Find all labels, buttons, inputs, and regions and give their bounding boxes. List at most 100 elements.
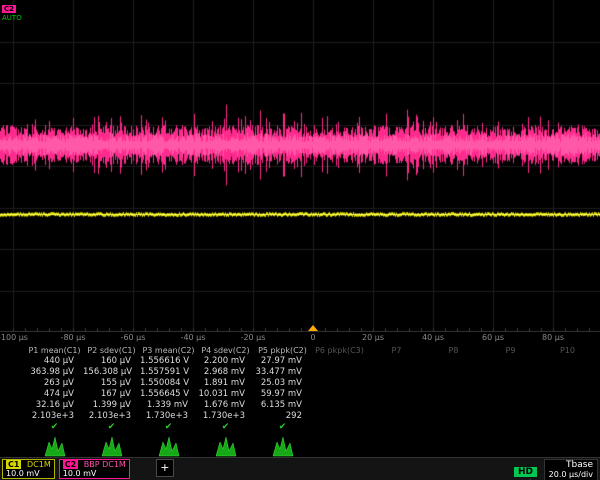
status-bar: C1 DC1M 10.0 mV C2 BBP DC1M 10.0 mV + HD…: [0, 457, 600, 480]
measure-value: 155 µV: [83, 378, 140, 389]
histicon-slot: [482, 433, 539, 457]
measure-value: 33.477 mV: [254, 367, 311, 378]
measure-value: 1.557591 V: [140, 367, 197, 378]
histicon-slot: [425, 433, 482, 457]
measure-column-header[interactable]: P7: [368, 345, 425, 356]
measure-status-check: ✔: [26, 422, 83, 433]
time-axis-label: -80 µs: [61, 333, 86, 342]
measure-column-header[interactable]: P5 pkpk(C2): [254, 345, 311, 356]
histicon-slot: [368, 433, 425, 457]
timebase-value: 20.0 µs/div: [549, 470, 593, 480]
measure-value: 32.16 µV: [26, 400, 83, 411]
measure-value: 1.676 mV: [197, 400, 254, 411]
measure-value: 1.556616 V: [140, 356, 197, 367]
histicon-slot: [539, 433, 596, 457]
channel-descriptor-c2[interactable]: C2 BBP DC1M 10.0 mV: [59, 459, 130, 479]
measure-value: 27.97 mV: [254, 356, 311, 367]
waveform-display[interactable]: C2 AUTO: [0, 0, 600, 332]
measure-status-check: [368, 422, 425, 433]
measure-value: 2.103e+3: [26, 411, 83, 422]
measure-value: 1.730e+3: [140, 411, 197, 422]
c2-scale: 10.0 mV: [63, 469, 126, 478]
measure-value: [425, 356, 482, 367]
measure-value: [482, 389, 539, 400]
measure-status-check: ✔: [83, 422, 140, 433]
measure-value: 1.556645 V: [140, 389, 197, 400]
measure-value: [368, 378, 425, 389]
measure-body: 440 µV160 µV1.556616 V2.200 mV27.97 mV 36…: [26, 356, 600, 433]
measure-value: [482, 411, 539, 422]
histicon-slot: [311, 433, 368, 457]
measure-value: 2.968 mV: [197, 367, 254, 378]
measure-value: 363.98 µV: [26, 367, 83, 378]
measure-value: 1.891 mV: [197, 378, 254, 389]
measure-column-header[interactable]: P4 sdev(C2): [197, 345, 254, 356]
time-axis-label: 0: [310, 333, 315, 342]
measure-value: [539, 378, 596, 389]
measure-status-check: ✔: [197, 422, 254, 433]
measure-value: 440 µV: [26, 356, 83, 367]
measure-status-row: ✔✔✔✔✔: [26, 422, 600, 433]
measure-value: 263 µV: [26, 378, 83, 389]
measure-value: [311, 356, 368, 367]
histicon[interactable]: [35, 434, 75, 457]
timebase-descriptor[interactable]: Tbase 20.0 µs/div: [544, 459, 598, 480]
measure-value: [425, 367, 482, 378]
measure-column-header[interactable]: P3 mean(C2): [140, 345, 197, 356]
oscilloscope-screen: C2 AUTO -100 µs -80 µs -60 µs -40 µs -20 µs 0…: [0, 0, 600, 480]
measure-column-header[interactable]: P6 pkpk(C3): [311, 345, 368, 356]
time-axis-label: -40 µs: [181, 333, 206, 342]
histicon-slot: [140, 433, 197, 457]
measure-status-check: [425, 422, 482, 433]
measure-value: 160 µV: [83, 356, 140, 367]
measure-value: [425, 389, 482, 400]
measure-value: [482, 400, 539, 411]
histicon[interactable]: [92, 434, 132, 457]
measure-value: 1.550084 V: [140, 378, 197, 389]
measure-column-header[interactable]: P2 sdev(C1): [83, 345, 140, 356]
waveform-canvas[interactable]: [0, 0, 600, 332]
measure-value: [311, 389, 368, 400]
measure-column-header[interactable]: P1 mean(C1): [26, 345, 83, 356]
histicon[interactable]: [149, 434, 189, 457]
measure-row: 32.16 µV1.399 µV1.339 mV1.676 mV6.135 mV: [26, 400, 600, 411]
measure-value: [539, 400, 596, 411]
trigger-position-marker[interactable]: [308, 325, 318, 331]
crosshair-button[interactable]: +: [156, 459, 174, 477]
measure-value: 2.200 mV: [197, 356, 254, 367]
measure-value: [311, 378, 368, 389]
histicon-slot: [26, 433, 83, 457]
measure-value: [482, 367, 539, 378]
measure-value: 10.031 mV: [197, 389, 254, 400]
measure-value: [425, 400, 482, 411]
histicon[interactable]: [263, 434, 303, 457]
time-axis-label: -60 µs: [121, 333, 146, 342]
measure-value: [539, 411, 596, 422]
measure-value: 2.103e+3: [83, 411, 140, 422]
measure-column-header[interactable]: P10: [539, 345, 596, 356]
measure-row: 263 µV155 µV1.550084 V1.891 mV25.03 mV: [26, 378, 600, 389]
measure-value: [368, 367, 425, 378]
measure-status-check: [482, 422, 539, 433]
measure-column-header[interactable]: P9: [482, 345, 539, 356]
measure-value: 1.730e+3: [197, 411, 254, 422]
trace-overlay-tags: C2 AUTO: [2, 2, 22, 22]
channel-descriptor-c1[interactable]: C1 DC1M 10.0 mV: [2, 459, 55, 479]
measure-value: 25.03 mV: [254, 378, 311, 389]
measure-value: 1.339 mV: [140, 400, 197, 411]
measure-status-check: ✔: [254, 422, 311, 433]
time-axis-label: 60 µs: [482, 333, 504, 342]
measure-row: 2.103e+32.103e+31.730e+31.730e+3292: [26, 411, 600, 422]
c2-coupling: BBP DC1M: [84, 460, 126, 469]
measure-value: [425, 378, 482, 389]
measure-value: 292: [254, 411, 311, 422]
timebase-label: Tbase: [549, 460, 593, 470]
time-axis-label: -100 µs: [0, 333, 28, 342]
c2-chip: C2: [63, 460, 78, 469]
measure-value: 59.97 mV: [254, 389, 311, 400]
histicon[interactable]: [206, 434, 246, 457]
time-axis-label: -20 µs: [241, 333, 266, 342]
measure-column-header[interactable]: P8: [425, 345, 482, 356]
measure-row: 474 µV167 µV1.556645 V10.031 mV59.97 mV: [26, 389, 600, 400]
acquisition-mode-label: AUTO: [2, 14, 22, 22]
